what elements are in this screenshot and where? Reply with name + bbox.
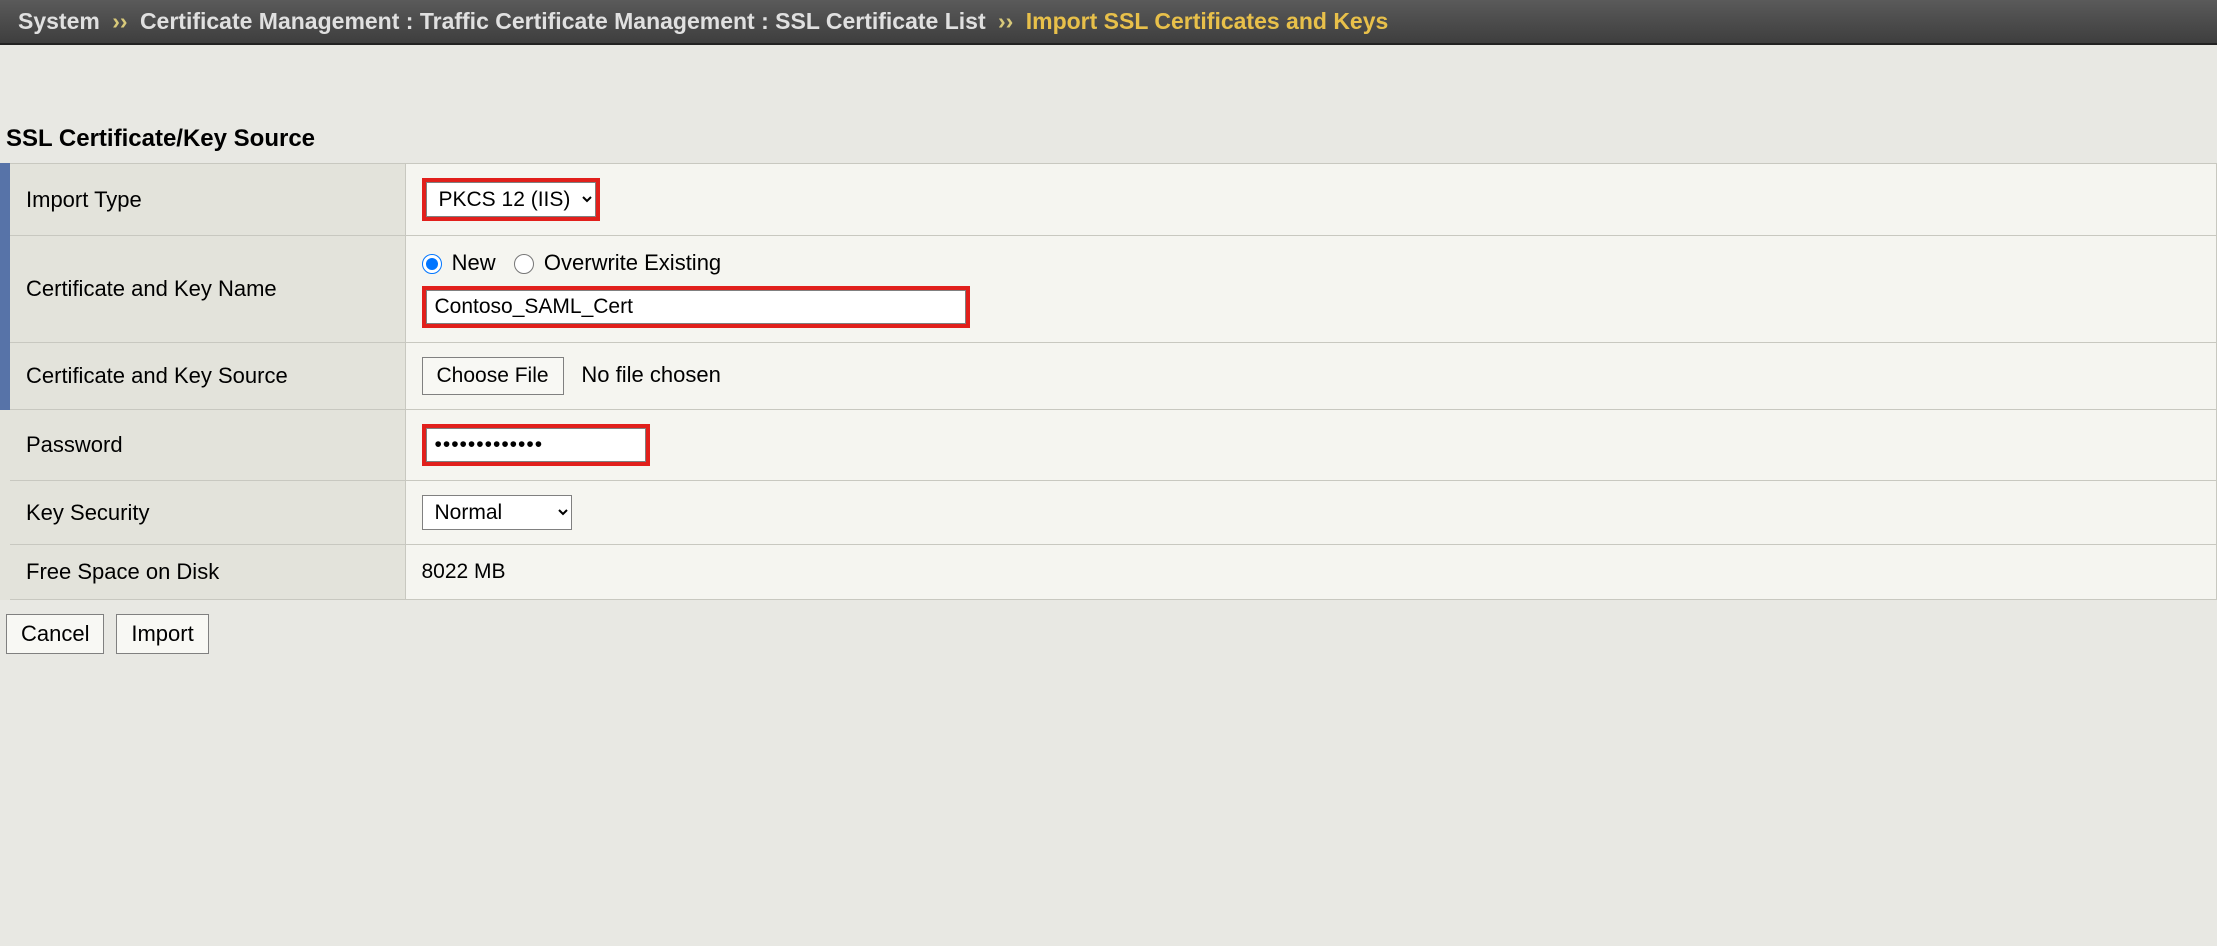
key-security-select[interactable]: Normal <box>422 495 572 530</box>
breadcrumb-system[interactable]: System <box>18 8 100 34</box>
highlight-cert-name <box>422 286 970 328</box>
label-key-security: Key Security <box>5 481 405 545</box>
breadcrumb-path[interactable]: Certificate Management : Traffic Certifi… <box>140 8 986 34</box>
highlight-import-type: PKCS 12 (IIS) <box>422 178 600 221</box>
radio-new-label[interactable]: New <box>422 250 502 275</box>
label-password: Password <box>5 410 405 481</box>
choose-file-button[interactable]: Choose File <box>422 357 564 395</box>
label-import-type: Import Type <box>5 164 405 236</box>
radio-overwrite-text: Overwrite Existing <box>544 250 721 275</box>
highlight-password <box>422 424 650 466</box>
password-input[interactable] <box>426 428 646 462</box>
file-status-text: No file chosen <box>581 362 720 387</box>
section-title: SSL Certificate/Key Source <box>0 45 2217 163</box>
breadcrumb-separator: ›› <box>112 8 127 34</box>
import-type-select[interactable]: PKCS 12 (IIS) <box>426 182 596 217</box>
label-cert-key-source: Certificate and Key Source <box>5 343 405 410</box>
breadcrumb-separator: ›› <box>998 8 1013 34</box>
radio-new-text: New <box>452 250 496 275</box>
breadcrumb-current: Import SSL Certificates and Keys <box>1026 8 1389 34</box>
radio-overwrite[interactable] <box>514 254 534 274</box>
radio-overwrite-label[interactable]: Overwrite Existing <box>514 250 721 275</box>
breadcrumb: System ›› Certificate Management : Traff… <box>0 0 2217 45</box>
label-cert-key-name: Certificate and Key Name <box>5 236 405 343</box>
cert-key-name-input[interactable] <box>426 290 966 324</box>
form-table: Import Type PKCS 12 (IIS) Certificate an… <box>0 163 2217 600</box>
label-free-space: Free Space on Disk <box>5 545 405 600</box>
free-space-value: 8022 MB <box>422 560 506 583</box>
cancel-button[interactable]: Cancel <box>6 614 104 654</box>
radio-new[interactable] <box>422 254 442 274</box>
import-button[interactable]: Import <box>116 614 208 654</box>
